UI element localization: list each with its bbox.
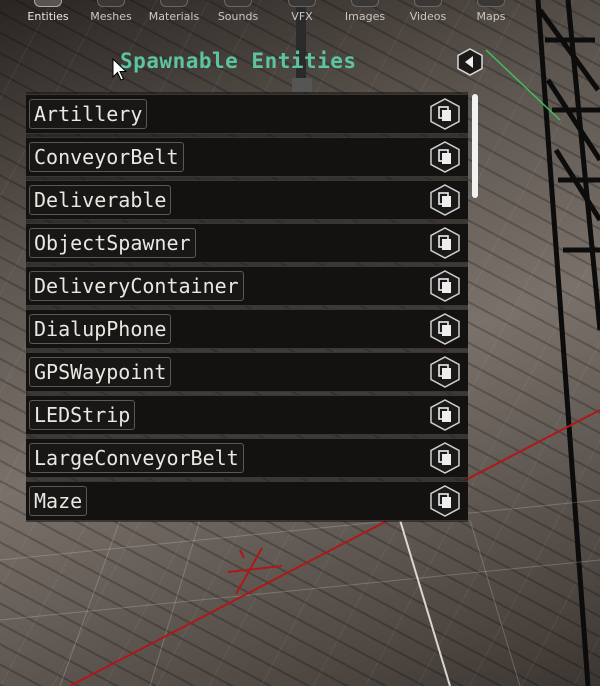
- list-item[interactable]: LEDStrip: [26, 395, 468, 435]
- entity-name[interactable]: LargeConveyorBelt: [29, 443, 244, 473]
- copy-icon: [430, 227, 460, 259]
- tab-maps[interactable]: Maps: [470, 0, 512, 26]
- copy-icon: [430, 184, 460, 216]
- spawn-button[interactable]: [428, 183, 462, 217]
- spawn-button[interactable]: [428, 398, 462, 432]
- tab-indicator: [224, 0, 252, 7]
- spawn-button[interactable]: [428, 312, 462, 346]
- chevron-left-icon: [457, 48, 483, 76]
- list-item[interactable]: DeliveryContainer: [26, 266, 468, 306]
- spawn-button[interactable]: [428, 355, 462, 389]
- tab-indicator: [477, 0, 505, 7]
- spawn-button[interactable]: [428, 484, 462, 518]
- copy-icon: [430, 485, 460, 517]
- entity-name[interactable]: DeliveryContainer: [29, 271, 244, 301]
- asset-tab-bar: Entities Meshes Materials Sounds VFX Ima…: [0, 0, 600, 26]
- tab-label: Sounds: [217, 10, 259, 23]
- post-base: [292, 78, 312, 92]
- floor-grid: [0, 499, 600, 686]
- copy-icon: [430, 356, 460, 388]
- tab-indicator: [160, 0, 188, 7]
- tab-label: VFX: [291, 10, 313, 23]
- entity-name[interactable]: Artillery: [29, 99, 148, 129]
- entity-list[interactable]: Artillery ConveyorBelt Deliverable ObjectSp…: [26, 92, 468, 522]
- panel-title: Spawnable Entities: [120, 49, 357, 73]
- gizmo-marker: [227, 547, 283, 595]
- entity-name[interactable]: Deliverable: [29, 185, 172, 215]
- tab-label: Materials: [148, 10, 200, 23]
- spawn-button[interactable]: [428, 226, 462, 260]
- list-scrollbar[interactable]: [472, 94, 478, 198]
- list-item[interactable]: DialupPhone: [26, 309, 468, 349]
- list-item[interactable]: ConveyorBelt: [26, 137, 468, 177]
- copy-icon: [430, 98, 460, 130]
- entity-name[interactable]: GPSWaypoint: [29, 357, 172, 387]
- copy-icon: [430, 270, 460, 302]
- spawn-button[interactable]: [428, 269, 462, 303]
- tab-entities[interactable]: Entities: [16, 0, 80, 26]
- copy-icon: [430, 399, 460, 431]
- list-item[interactable]: GPSWaypoint: [26, 352, 468, 392]
- tab-vfx[interactable]: VFX: [282, 0, 322, 26]
- tab-indicator: [351, 0, 379, 7]
- tab-images[interactable]: Images: [338, 0, 392, 26]
- copy-icon: [430, 442, 460, 474]
- tab-meshes[interactable]: Meshes: [86, 0, 136, 26]
- mouse-cursor-icon: [112, 58, 128, 81]
- tab-label: Meshes: [90, 10, 132, 23]
- spawn-button[interactable]: [428, 97, 462, 131]
- entity-name[interactable]: ConveyorBelt: [29, 142, 184, 172]
- tab-label: Maps: [476, 10, 506, 23]
- spawn-button[interactable]: [428, 140, 462, 174]
- tab-indicator: [97, 0, 125, 7]
- list-item[interactable]: LargeConveyorBelt: [26, 438, 468, 478]
- back-button[interactable]: [456, 48, 484, 76]
- entity-name[interactable]: Maze: [29, 486, 88, 516]
- tab-indicator: [34, 0, 62, 7]
- tab-label: Videos: [409, 10, 447, 23]
- tab-videos[interactable]: Videos: [403, 0, 453, 26]
- list-item[interactable]: ObjectSpawner: [26, 223, 468, 263]
- tab-materials[interactable]: Materials: [140, 0, 208, 26]
- entity-name[interactable]: LEDStrip: [29, 400, 136, 430]
- tab-indicator: [414, 0, 442, 7]
- entity-name[interactable]: DialupPhone: [29, 314, 172, 344]
- spawn-button[interactable]: [428, 441, 462, 475]
- z-axis-line: [399, 519, 451, 686]
- list-item[interactable]: Maze: [26, 481, 468, 521]
- list-item[interactable]: Deliverable: [26, 180, 468, 220]
- truss-structure: [535, 0, 600, 686]
- copy-icon: [430, 141, 460, 173]
- tab-indicator: [288, 0, 316, 7]
- tab-sounds[interactable]: Sounds: [212, 0, 264, 26]
- list-item[interactable]: Artillery: [26, 94, 468, 134]
- copy-icon: [430, 313, 460, 345]
- tab-label: Entities: [27, 10, 69, 23]
- tab-label: Images: [344, 10, 386, 23]
- entity-name[interactable]: ObjectSpawner: [29, 228, 196, 258]
